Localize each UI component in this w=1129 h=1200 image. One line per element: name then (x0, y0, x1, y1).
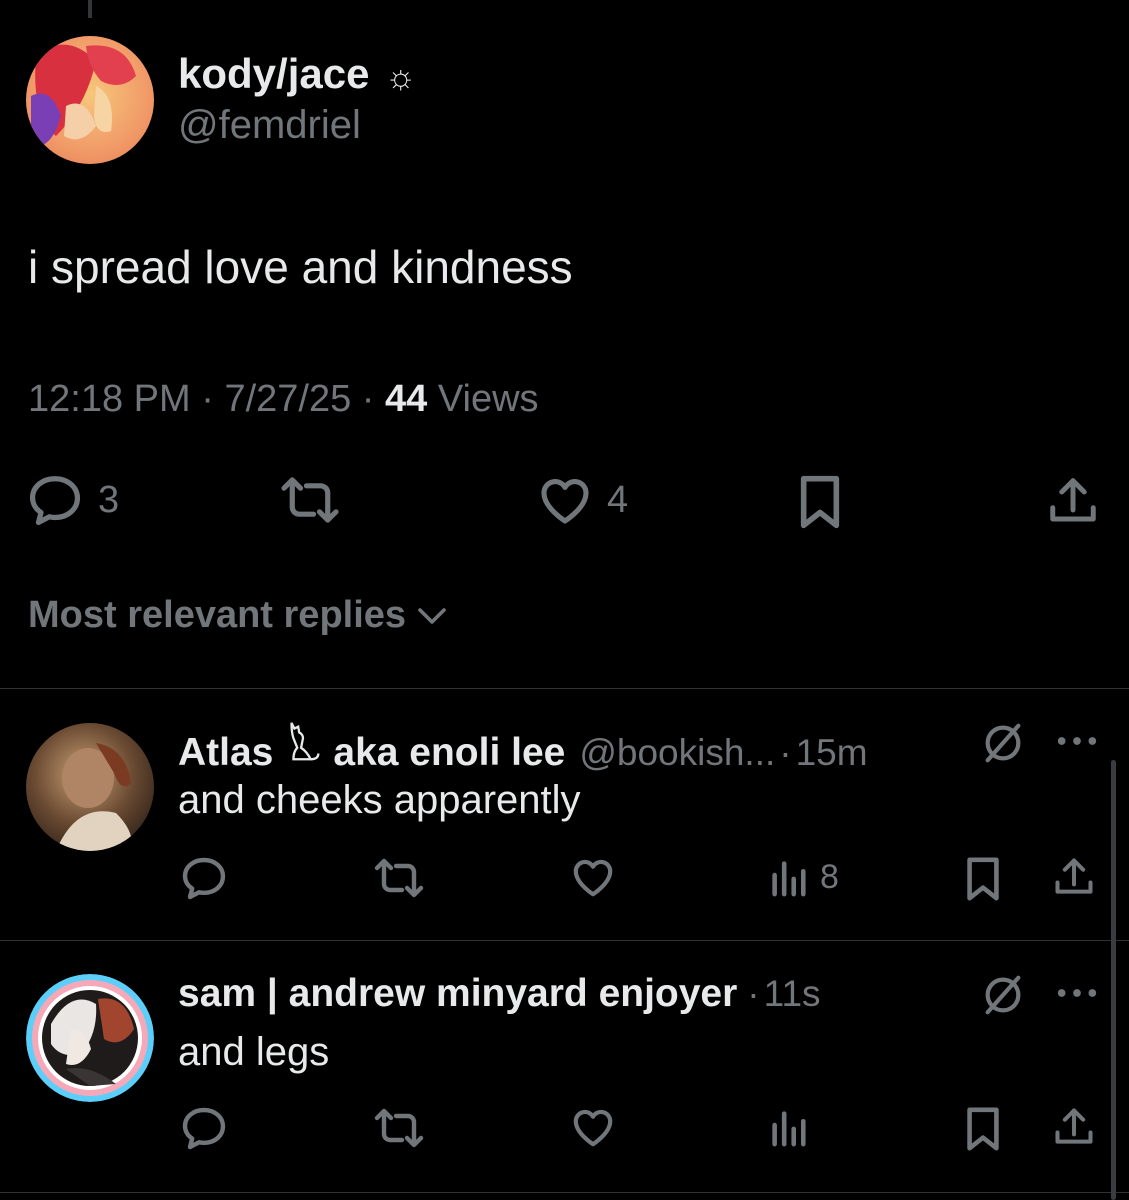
author-handle[interactable]: @femdriel (178, 103, 361, 148)
grok-icon (985, 975, 1021, 1015)
share-button[interactable] (1046, 474, 1100, 528)
repost-button[interactable] (373, 1106, 425, 1150)
reply-icon (29, 476, 81, 526)
author-avatar[interactable] (26, 36, 154, 164)
meta-separator: · (747, 973, 760, 1014)
thread-connector-line (88, 0, 92, 18)
reply-text: and legs (178, 1030, 330, 1074)
author-name[interactable]: kody/jace (178, 50, 369, 97)
reply-text: and cheeks apparently (178, 778, 581, 822)
bookmark-icon (967, 857, 999, 901)
cat-emoji-icon (283, 719, 323, 775)
divider (0, 688, 1129, 689)
divider (0, 940, 1129, 941)
more-icon (1057, 989, 1097, 997)
meta-separator: · (779, 732, 792, 773)
reply-author-name[interactable]: sam | andrew minyard enjoyer (178, 972, 737, 1016)
divider (0, 1192, 1129, 1193)
reply-button[interactable]: 3 (26, 474, 119, 526)
repost-icon (374, 858, 424, 898)
grok-button[interactable] (980, 972, 1026, 1018)
repost-button[interactable] (278, 474, 342, 526)
share-button[interactable] (1052, 1104, 1096, 1150)
replies-sort-dropdown[interactable]: Most relevant replies (28, 594, 450, 637)
share-button[interactable] (1052, 854, 1096, 900)
bookmark-icon (967, 1107, 999, 1151)
tweet-text: i spread love and kindness (28, 241, 573, 293)
reply-handle[interactable]: @bookish... (579, 732, 775, 774)
repost-button[interactable] (373, 856, 425, 900)
repost-icon (374, 1108, 424, 1148)
reply-header: Atlas aka enoli lee @bookish... · 15m (178, 719, 868, 775)
reply-time[interactable]: 15m (796, 732, 868, 774)
views-button[interactable]: 8 (768, 856, 839, 898)
more-options-button[interactable] (1054, 732, 1100, 750)
more-options-button[interactable] (1054, 984, 1100, 1002)
reply-button[interactable] (180, 856, 228, 900)
repost-icon (281, 477, 339, 523)
heart-icon (573, 1109, 613, 1147)
bookmark-button[interactable] (964, 856, 1002, 902)
share-icon (1055, 858, 1093, 894)
heart-icon (541, 479, 589, 524)
like-count: 4 (607, 478, 629, 521)
meta-separator: · (361, 378, 375, 420)
share-icon (1050, 478, 1096, 522)
reply-avatar[interactable] (26, 723, 154, 851)
reply-icon (182, 857, 226, 900)
chevron-down-icon (418, 607, 446, 624)
sun-badge-icon: ☼ (385, 58, 417, 96)
bookmark-icon (800, 475, 840, 529)
sort-label: Most relevant replies (28, 594, 407, 636)
tweet-meta: 12:18 PM · 7/27/25 · 44 Views (28, 378, 539, 421)
like-button[interactable] (570, 1106, 616, 1148)
reply-count: 3 (98, 478, 120, 521)
meta-separator: · (201, 378, 214, 420)
analytics-icon (772, 861, 806, 897)
reply-button[interactable] (180, 1106, 228, 1150)
bookmark-button[interactable] (798, 474, 842, 530)
tweet-time[interactable]: 12:18 PM (28, 378, 191, 420)
like-button[interactable]: 4 (537, 474, 628, 526)
reply-author-name[interactable]: Atlas (178, 731, 273, 775)
reply-header: sam | andrew minyard enjoyer · 11s (178, 972, 821, 1016)
reply-author-name-suffix[interactable]: aka enoli lee (333, 731, 565, 775)
grok-icon (985, 723, 1021, 763)
author-name-row[interactable]: kody/jace ☼ (178, 50, 416, 98)
views-button[interactable] (768, 1106, 820, 1148)
analytics-icon (772, 1111, 806, 1147)
scrollbar[interactable] (1111, 760, 1116, 1200)
grok-button[interactable] (980, 720, 1026, 766)
views-count: 44 (385, 378, 428, 420)
tweet-date[interactable]: 7/27/25 (224, 378, 351, 420)
like-button[interactable] (570, 856, 616, 898)
more-icon (1057, 737, 1097, 745)
share-icon (1055, 1108, 1093, 1144)
views-label: Views (437, 378, 539, 420)
reply-avatar[interactable] (26, 974, 154, 1102)
bookmark-button[interactable] (964, 1106, 1002, 1152)
heart-icon (573, 859, 613, 897)
reply-time[interactable]: 11s (764, 973, 821, 1015)
reply-icon (182, 1107, 226, 1150)
views-count: 8 (820, 857, 839, 896)
